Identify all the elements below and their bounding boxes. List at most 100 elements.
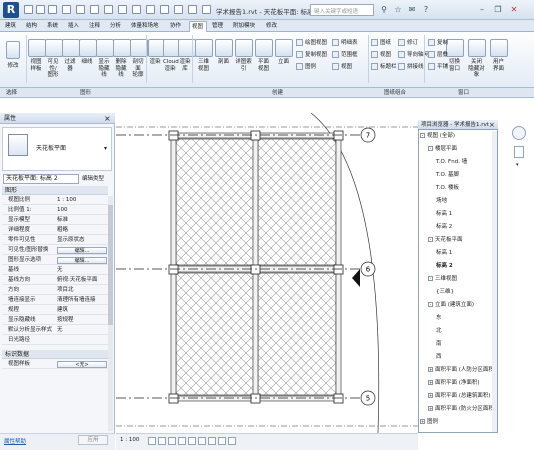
create-button-1[interactable]: 剖面 [214, 36, 233, 82]
collapse-icon[interactable]: - [428, 302, 433, 307]
property-row[interactable]: 图形显示选项 编辑... [2, 256, 108, 265]
instance-selector[interactable]: 天花板平面: 标高 2 [3, 174, 79, 184]
property-row[interactable]: 默认分析显示样式无 [2, 326, 108, 335]
zoom-icon[interactable] [514, 146, 524, 158]
subscription-icon[interactable]: ☆ [392, 4, 404, 16]
expand-icon[interactable]: + [428, 380, 433, 385]
property-row[interactable]: 基线方向 俯视:天花板平面 [2, 276, 108, 285]
create-button-0[interactable]: 三维 视图 [194, 36, 213, 82]
reveal-hidden-icon[interactable] [218, 437, 226, 445]
browser-node[interactable]: 东 [436, 314, 442, 323]
edit-button[interactable]: 编辑... [57, 257, 107, 264]
expand-icon[interactable]: + [428, 367, 433, 372]
customize-qat-icon[interactable] [202, 5, 211, 14]
graphics-button-0[interactable]: 视图 样板 [28, 36, 46, 82]
property-row[interactable]: 视图样板 <无> [2, 360, 108, 369]
property-row[interactable]: 零件可见性 显示原状态 [2, 236, 108, 245]
elevation-marker-icon[interactable] [352, 269, 360, 287]
undo-icon[interactable] [62, 5, 71, 14]
navigation-wheel-icon[interactable] [512, 126, 526, 140]
visual-style-icon[interactable] [158, 437, 166, 445]
graphics-button-4[interactable]: 显示 隐藏线 [96, 36, 114, 82]
browser-node[interactable]: {三维} [436, 288, 454, 297]
panel-select[interactable]: 选择 [6, 88, 17, 98]
properties-help-link[interactable]: 属性帮助 [4, 437, 26, 445]
property-row[interactable]: 比例值 1: 100 [2, 206, 108, 215]
tag-icon[interactable] [132, 5, 141, 14]
graphics-button-2[interactable]: 过滤器 [62, 36, 80, 82]
tab-10[interactable]: 附加模块 [231, 21, 261, 32]
text-icon[interactable] [146, 5, 155, 14]
panel-create[interactable]: 创建 [272, 88, 283, 98]
graphics-button-3[interactable]: 细线 [79, 36, 97, 82]
browser-node[interactable]: 场地 [436, 197, 447, 206]
chevron-down-icon[interactable]: ▾ [516, 162, 522, 168]
tab-9[interactable]: 管理 [210, 21, 228, 32]
ceiling-panel[interactable] [257, 138, 337, 266]
tab-7[interactable]: 协作 [168, 21, 186, 32]
panel-graphics[interactable]: 图形 [80, 88, 91, 98]
switch-windows-icon[interactable] [188, 5, 197, 14]
create-button-2[interactable]: 详图索引 [234, 36, 253, 82]
browser-node[interactable]: - 视图 (全部) [420, 132, 455, 141]
tab-5[interactable]: 分析 [108, 21, 126, 32]
property-row[interactable]: 详细程度 粗略 [2, 226, 108, 235]
aligned-dimension-icon[interactable] [118, 5, 127, 14]
restore-icon[interactable]: ❐ [492, 4, 504, 16]
shadows-icon[interactable] [178, 437, 186, 445]
column[interactable] [250, 130, 261, 141]
expand-icon[interactable]: + [428, 393, 433, 398]
browser-node[interactable]: 标高 1 [436, 210, 452, 219]
view-scale[interactable]: 1 : 100 [120, 437, 139, 443]
render-button-1[interactable]: Cloud 渲染 [163, 36, 181, 82]
collapse-icon[interactable]: - [428, 146, 433, 151]
property-row[interactable]: 基线 无 [2, 266, 108, 275]
view-template-button[interactable]: <无> [57, 361, 107, 368]
section-icon[interactable] [174, 5, 183, 14]
browser-node[interactable]: + 图例 [420, 418, 438, 427]
browser-node[interactable]: 标高 2 [436, 223, 452, 232]
property-row[interactable]: 规程 建筑 [2, 306, 108, 315]
close-icon[interactable]: ✕ [508, 4, 520, 16]
graphics-button-1[interactable]: 可见性/ 图形 [45, 36, 63, 82]
window-button-2[interactable]: 用户 界面 [488, 36, 509, 82]
create-small-item-5[interactable]: 视图 [332, 62, 352, 72]
collapse-icon[interactable]: - [428, 237, 433, 242]
default-3d-icon[interactable] [160, 5, 169, 14]
search-icon[interactable]: ⚲ [378, 4, 390, 16]
browser-node[interactable]: 北 [436, 327, 442, 336]
close-icon[interactable]: × [104, 114, 111, 123]
render-button-2[interactable]: 渲染 库 [178, 36, 196, 82]
column[interactable] [333, 130, 344, 141]
search-input[interactable]: 键入关键字或短语 [310, 4, 374, 16]
column[interactable] [250, 264, 261, 275]
browser-node[interactable]: - 三维视图 [428, 275, 457, 284]
panel-sheet-composition[interactable]: 图纸组合 [384, 88, 406, 98]
sync-icon[interactable] [48, 5, 57, 14]
collapse-icon[interactable]: - [428, 276, 433, 281]
browser-node[interactable]: T.O. 楼板 [436, 184, 459, 193]
column[interactable] [168, 264, 179, 275]
property-row[interactable]: 日光路径 [2, 336, 108, 345]
tab-6[interactable]: 体量和场地 [129, 21, 165, 32]
column[interactable] [168, 393, 179, 404]
sheet-item-1[interactable]: 视图 [371, 50, 391, 60]
browser-node[interactable]: - 立面 (建筑立面) [428, 301, 474, 310]
temporary-hide-icon[interactable] [208, 437, 216, 445]
expand-icon[interactable]: + [420, 419, 425, 424]
column[interactable] [333, 264, 344, 275]
create-small-item-2[interactable]: 图例 [296, 62, 316, 72]
property-row[interactable]: 方向 项目北 [2, 286, 108, 295]
browser-node[interactable]: 标高 2 [436, 262, 453, 271]
chevron-down-icon[interactable]: ▾ [104, 145, 107, 152]
detail-level-icon[interactable] [148, 437, 156, 445]
property-row[interactable]: 显示隐藏线 按规程 [2, 316, 108, 325]
property-row[interactable]: 可见性/图形替换 编辑... [2, 246, 108, 255]
print-icon[interactable] [90, 5, 99, 14]
tab-3[interactable]: 插入 [66, 21, 84, 32]
browser-node[interactable]: 标高 1 [436, 249, 452, 258]
sun-path-icon[interactable] [168, 437, 176, 445]
close-icon[interactable]: × [489, 120, 495, 130]
analytical-model-icon[interactable] [228, 437, 236, 445]
property-row[interactable]: 显示模型 标准 [2, 216, 108, 225]
